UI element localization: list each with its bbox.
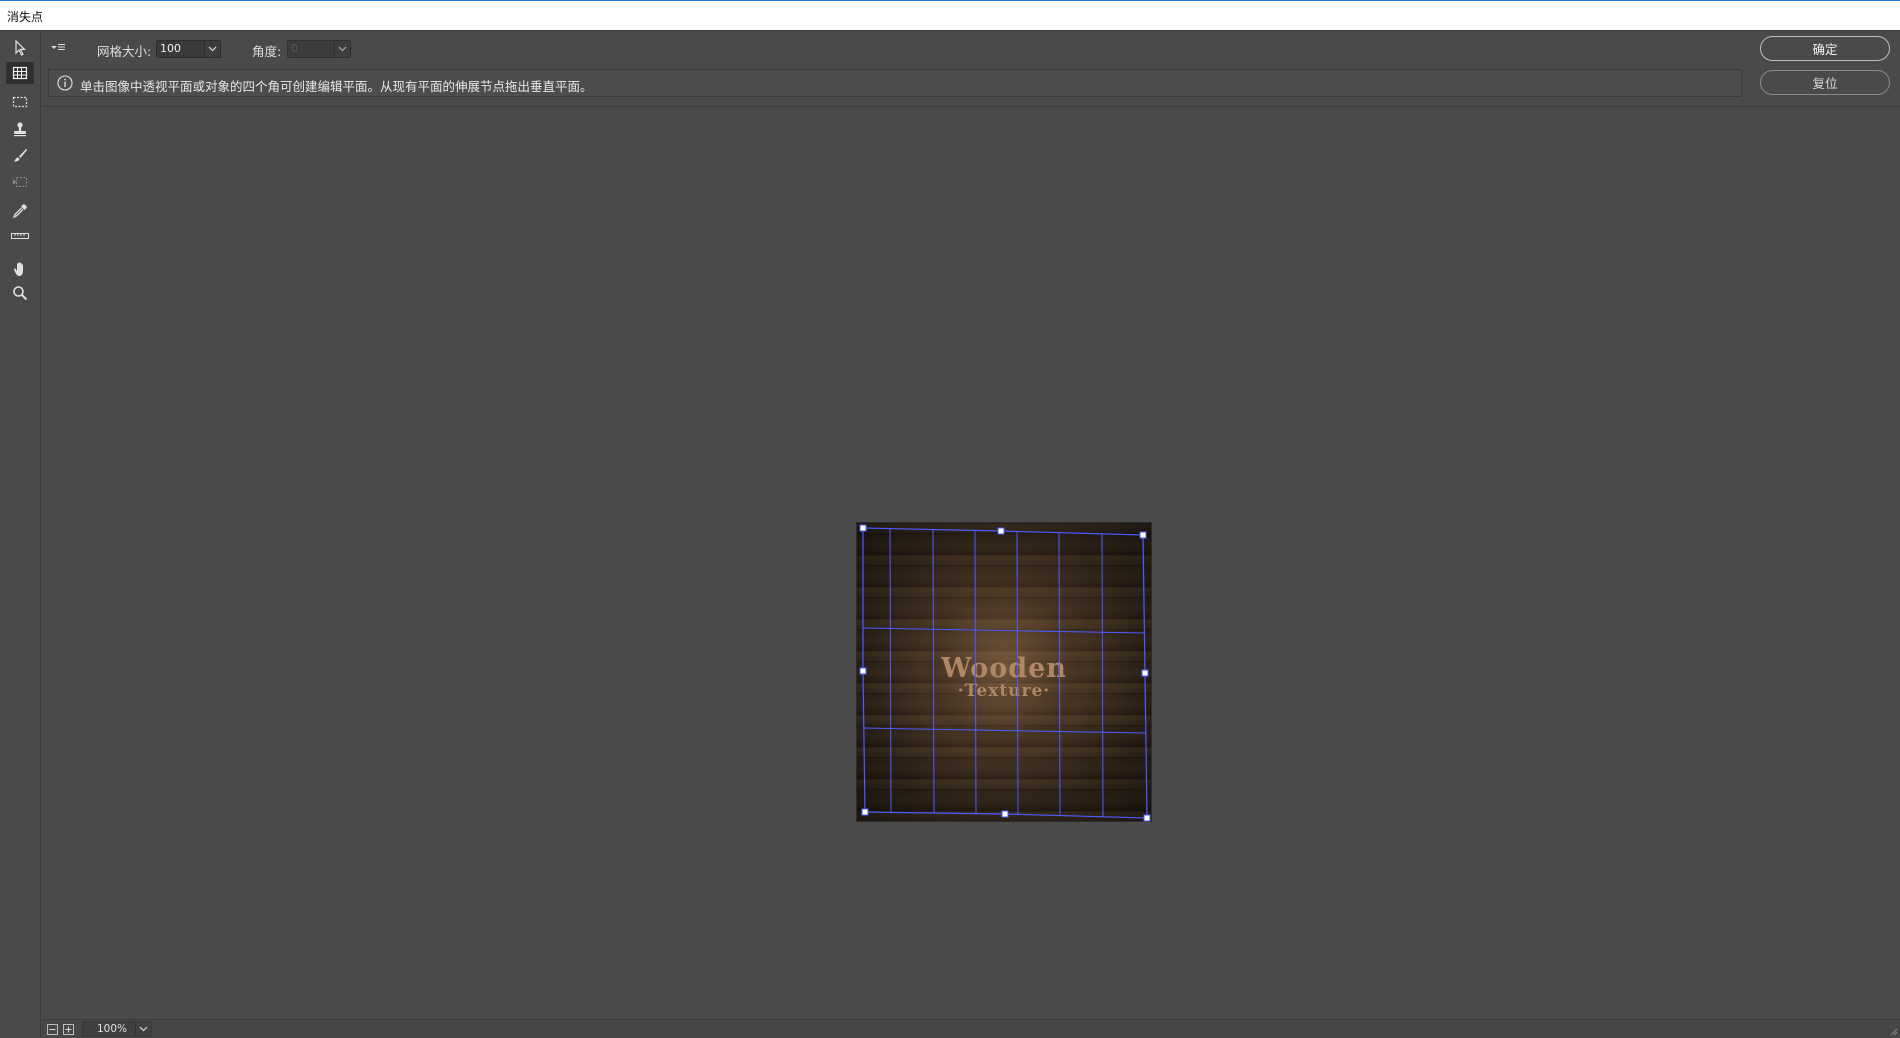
chevron-down-icon[interactable] bbox=[204, 41, 220, 57]
ruler-icon bbox=[11, 233, 29, 239]
measure-tool[interactable] bbox=[6, 225, 34, 247]
chevron-down-icon[interactable] bbox=[334, 41, 350, 57]
zoom-in-button[interactable] bbox=[63, 1024, 74, 1035]
minus-icon bbox=[49, 1029, 56, 1030]
document-image[interactable]: Wooden ·Texture· bbox=[856, 522, 1152, 822]
angle-combo[interactable]: 0 bbox=[287, 40, 351, 58]
zoom-out-button[interactable] bbox=[47, 1024, 58, 1035]
create-plane-tool[interactable] bbox=[6, 62, 34, 84]
chevron-down-icon[interactable] bbox=[135, 1022, 151, 1036]
perspective-grid-overlay[interactable] bbox=[857, 523, 1153, 823]
zoom-level-combo[interactable]: 100% bbox=[82, 1021, 152, 1037]
canvas-area[interactable]: Wooden ·Texture· bbox=[42, 106, 1900, 1019]
reset-button[interactable]: 复位 bbox=[1760, 70, 1890, 95]
grid-size-combo[interactable]: 100 bbox=[156, 40, 221, 58]
hand-icon bbox=[13, 262, 23, 276]
options-bar: 网格大小: 100 角度: 0 bbox=[41, 31, 1900, 65]
plus-icon bbox=[65, 1026, 72, 1033]
marquee-tool[interactable] bbox=[6, 91, 34, 113]
magnifier-icon bbox=[13, 286, 28, 301]
grid-size-label: 网格大小: bbox=[97, 44, 152, 59]
zoom-level-value[interactable]: 100% bbox=[97, 1023, 127, 1035]
brush-icon bbox=[14, 148, 27, 162]
grid-plane-icon bbox=[12, 66, 28, 80]
panel-menu-button[interactable] bbox=[50, 41, 68, 53]
marquee-icon bbox=[12, 96, 28, 108]
arrow-pointer-icon bbox=[15, 40, 26, 56]
brush-tool[interactable] bbox=[6, 144, 34, 166]
hand-tool[interactable] bbox=[6, 258, 34, 280]
stamp-icon bbox=[14, 122, 26, 137]
window-title: 消失点 bbox=[7, 10, 44, 24]
stamp-tool[interactable] bbox=[6, 118, 34, 140]
angle-label: 角度: bbox=[252, 44, 282, 59]
info-message-bar: 单击图像中透视平面或对象的四个角可创建编辑平面。从现有平面的伸展节点拖出垂直平面… bbox=[48, 69, 1742, 97]
transform-icon bbox=[13, 177, 27, 187]
tool-palette bbox=[0, 31, 41, 1038]
resize-grip-icon[interactable] bbox=[1888, 1026, 1898, 1036]
ok-button[interactable]: 确定 bbox=[1760, 36, 1890, 61]
angle-value[interactable]: 0 bbox=[288, 41, 335, 57]
eyedropper-tool[interactable] bbox=[6, 200, 34, 222]
info-icon bbox=[57, 75, 73, 91]
grid-size-value[interactable]: 100 bbox=[157, 41, 205, 57]
window-titlebar: 消失点 bbox=[0, 0, 1900, 31]
transform-tool[interactable] bbox=[6, 171, 34, 193]
info-message: 单击图像中透视平面或对象的四个角可创建编辑平面。从现有平面的伸展节点拖出垂直平面… bbox=[80, 79, 593, 94]
edit-plane-tool[interactable] bbox=[6, 37, 34, 59]
menu-icon bbox=[51, 44, 65, 50]
eyedropper-icon bbox=[12, 204, 27, 219]
zoom-tool[interactable] bbox=[6, 282, 34, 304]
status-bar: 100% bbox=[42, 1019, 1900, 1038]
